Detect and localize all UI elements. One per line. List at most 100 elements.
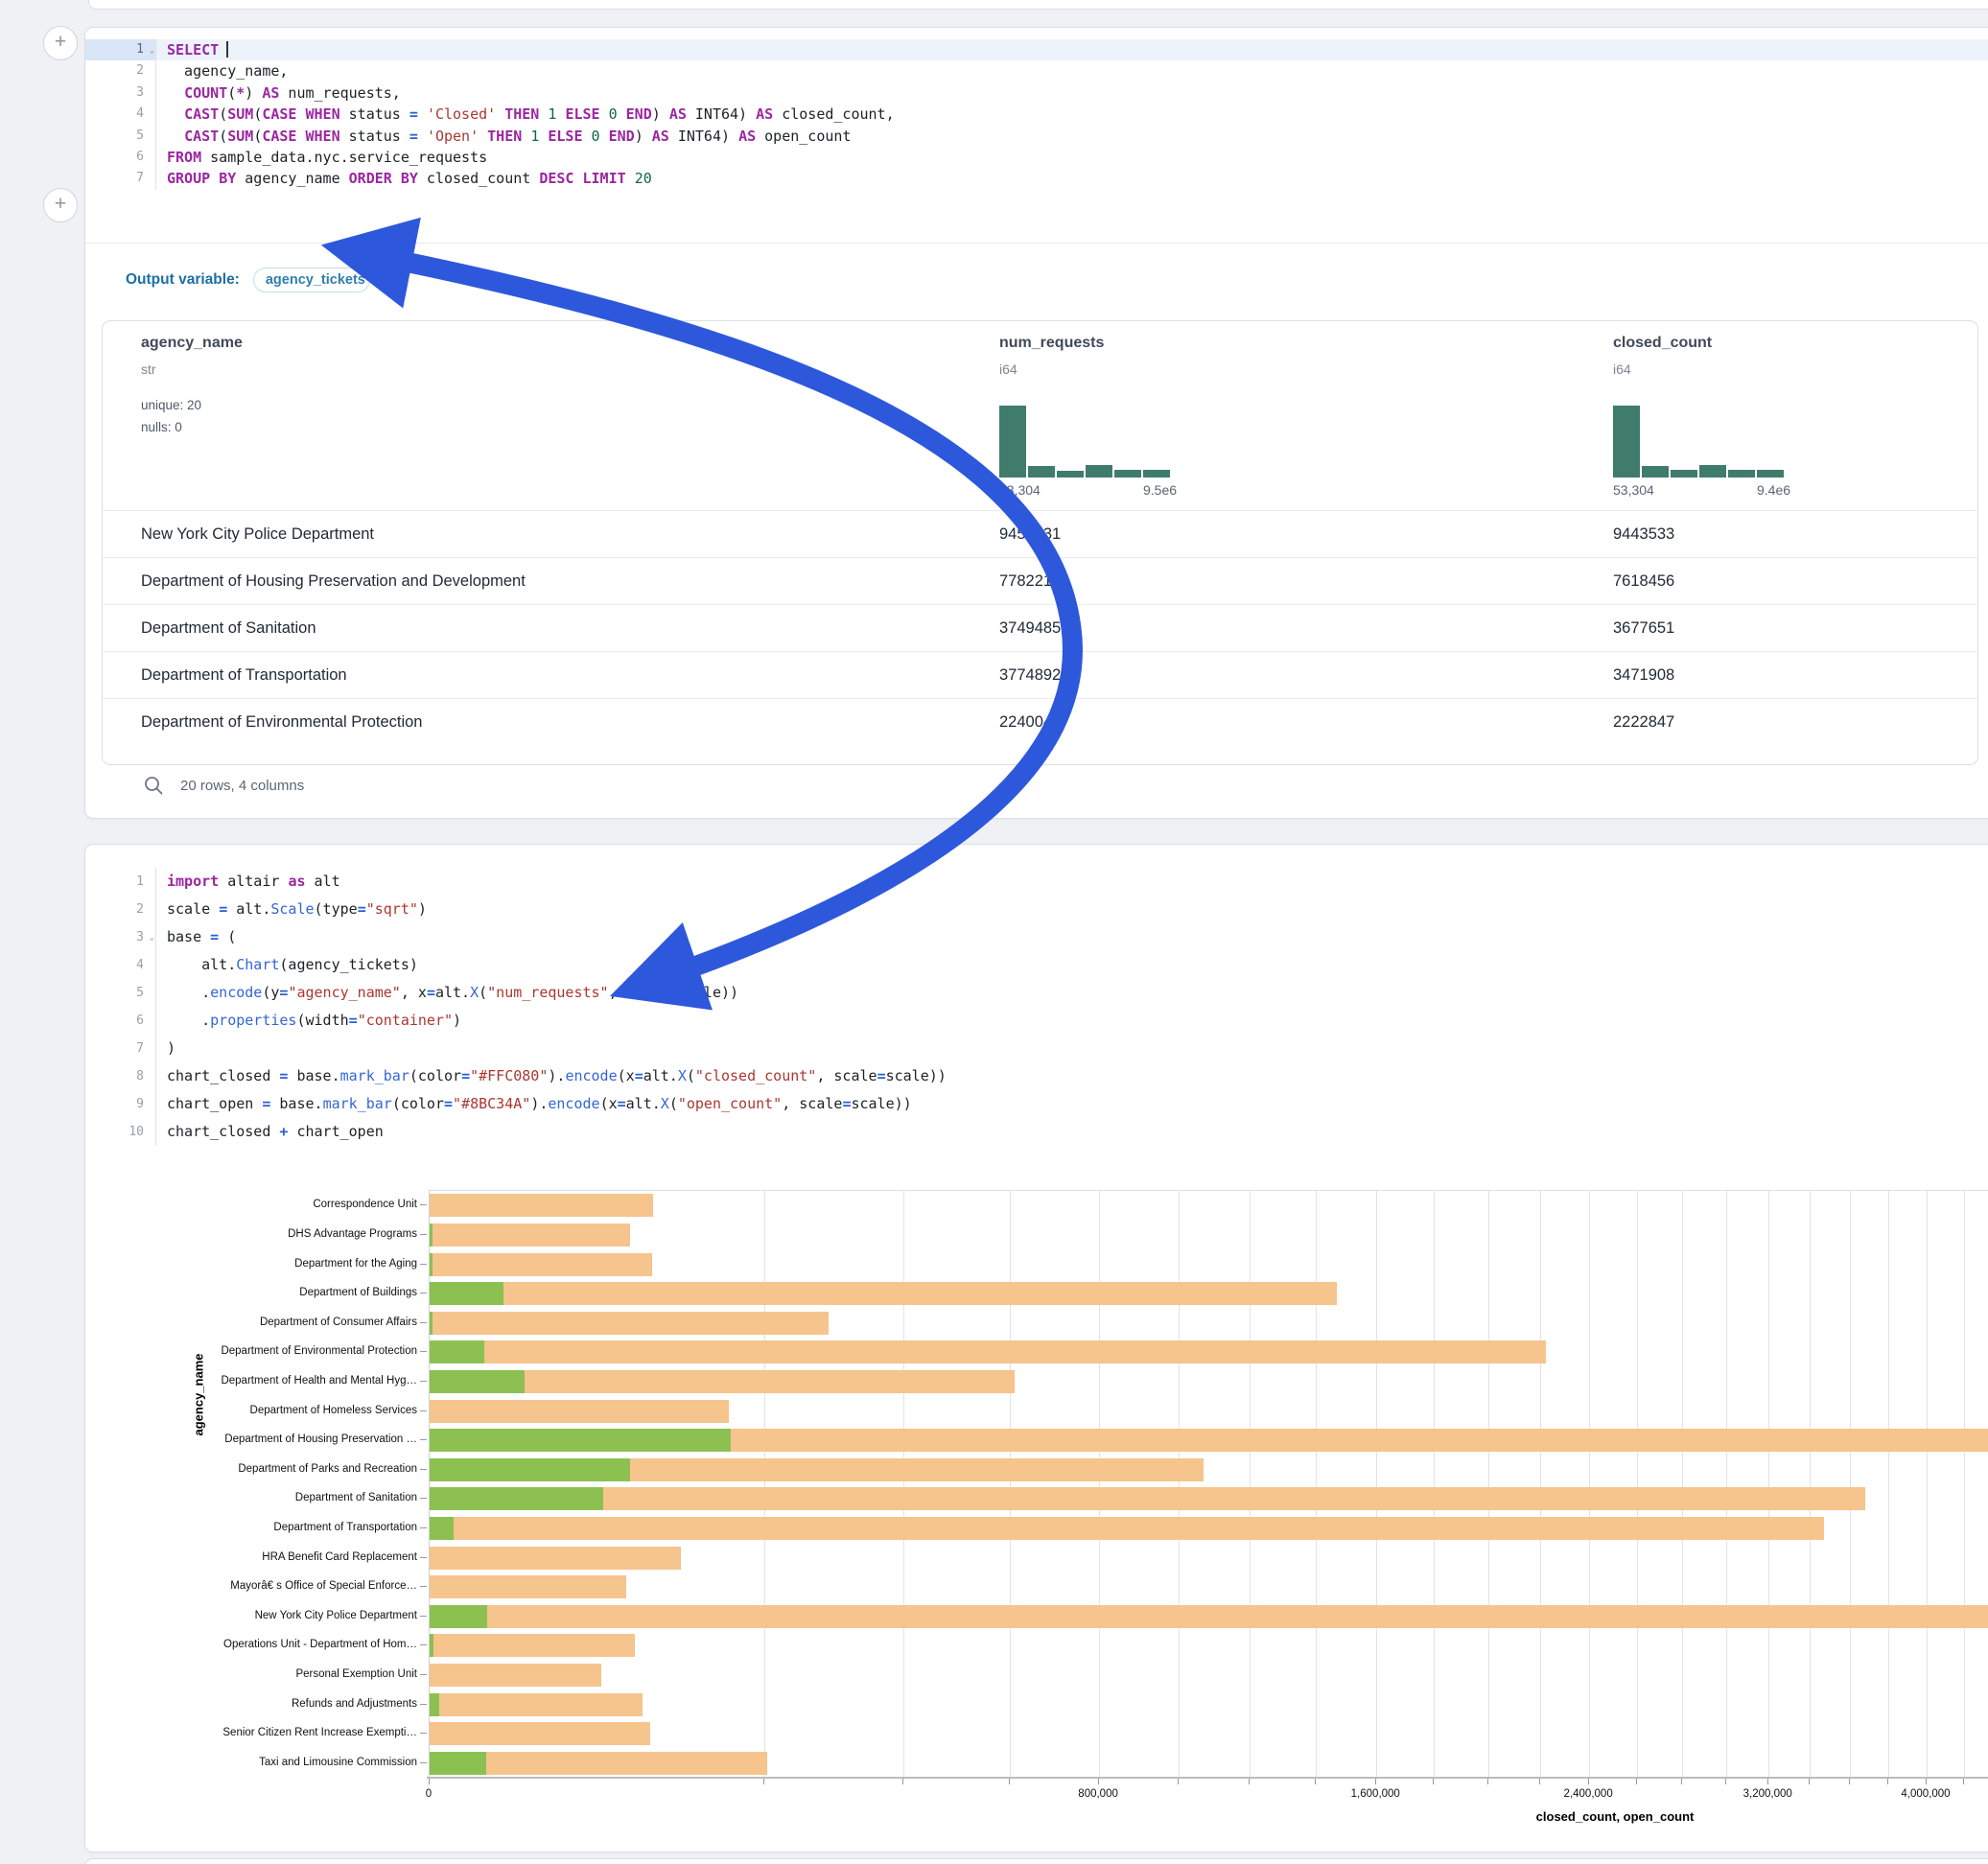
line-number: 2 bbox=[85, 896, 156, 923]
y-tick bbox=[420, 1762, 427, 1763]
y-axis-label: Department of Health and Mental Hyg… bbox=[91, 1375, 417, 1386]
code-text: CAST(SUM(CASE WHEN status = 'Closed' THE… bbox=[156, 104, 1988, 125]
histogram-min-label: 53,304 bbox=[999, 482, 1041, 498]
code-line[interactable]: 3⌄base = ( bbox=[85, 923, 1988, 951]
output-variable-pill[interactable]: agency_tickets bbox=[253, 268, 370, 292]
line-number: 3⌄ bbox=[85, 923, 156, 951]
code-line[interactable]: 7) bbox=[85, 1035, 1988, 1062]
code-line[interactable]: 4 alt.Chart(agency_tickets) bbox=[85, 951, 1988, 979]
closed-count-bar bbox=[430, 1634, 635, 1657]
line-number: 7 bbox=[85, 168, 156, 189]
table-cell: 7618456 bbox=[1613, 558, 1674, 605]
line-number: 2 bbox=[85, 60, 156, 82]
y-axis-label: Department of Parks and Recreation bbox=[91, 1463, 417, 1475]
gridline bbox=[1179, 1191, 1180, 1778]
closed-count-bar bbox=[430, 1253, 652, 1276]
code-line[interactable]: 1⌄SELECT bbox=[85, 39, 1988, 60]
code-line[interactable]: 5 .encode(y="agency_name", x=alt.X("num_… bbox=[85, 979, 1988, 1007]
y-tick bbox=[420, 1469, 427, 1470]
python-code-editor[interactable]: 1import altair as alt2scale = alt.Scale(… bbox=[85, 868, 1988, 1146]
code-line[interactable]: 6FROM sample_data.nyc.service_requests bbox=[85, 147, 1988, 168]
closed-count-bar bbox=[430, 1722, 650, 1745]
open-count-bar bbox=[430, 1517, 454, 1540]
gridline bbox=[1726, 1191, 1727, 1778]
line-number: 5 bbox=[85, 979, 156, 1007]
histogram-bar bbox=[1757, 470, 1784, 478]
y-tick bbox=[420, 1204, 427, 1205]
closed-count-bar bbox=[430, 1282, 1337, 1305]
code-text: base = ( bbox=[156, 923, 1988, 951]
line-number: 9 bbox=[85, 1090, 156, 1118]
closed-count-bar bbox=[430, 1194, 653, 1217]
open-count-bar bbox=[430, 1429, 731, 1452]
closed-count-bar bbox=[430, 1547, 681, 1570]
histogram-bar bbox=[1143, 470, 1170, 478]
code-text: .encode(y="agency_name", x=alt.X("num_re… bbox=[156, 979, 1988, 1007]
search-icon[interactable] bbox=[143, 775, 165, 797]
gridline bbox=[1810, 1191, 1811, 1778]
code-text: CAST(SUM(CASE WHEN status = 'Open' THEN … bbox=[156, 126, 1988, 147]
line-number: 6 bbox=[85, 147, 156, 168]
code-line[interactable]: 5 CAST(SUM(CASE WHEN status = 'Open' THE… bbox=[85, 126, 1988, 147]
code-line[interactable]: 6 .properties(width="container") bbox=[85, 1007, 1988, 1035]
code-text: chart_closed = base.mark_bar(color="#FFC… bbox=[156, 1062, 1988, 1090]
closed-count-bar bbox=[430, 1487, 1865, 1510]
code-line[interactable]: 3 COUNT(*) AS num_requests, bbox=[85, 82, 1988, 104]
code-line[interactable]: 4 CAST(SUM(CASE WHEN status = 'Closed' T… bbox=[85, 104, 1988, 125]
x-tick bbox=[1009, 1779, 1010, 1784]
code-text: chart_open = base.mark_bar(color="#8BC34… bbox=[156, 1090, 1988, 1118]
open-count-bar bbox=[430, 1634, 433, 1657]
table-row[interactable]: Department of Environmental Protection22… bbox=[103, 698, 1977, 746]
x-tick-label: 800,000 bbox=[1078, 1788, 1118, 1800]
code-line[interactable]: 9chart_open = base.mark_bar(color="#8BC3… bbox=[85, 1090, 1988, 1118]
x-tick-label: 0 bbox=[426, 1788, 432, 1800]
table-cell: 3677651 bbox=[1613, 605, 1674, 652]
code-text: COUNT(*) AS num_requests, bbox=[156, 82, 1988, 104]
code-line[interactable]: 2 agency_name, bbox=[85, 60, 1988, 82]
table-row[interactable]: Department of Sanitation37494853677651 bbox=[103, 604, 1977, 652]
y-tick bbox=[420, 1674, 427, 1675]
fold-chevron-icon[interactable]: ⌄ bbox=[150, 924, 154, 952]
closed-count-bar bbox=[430, 1693, 643, 1716]
column-type: i64 bbox=[999, 361, 1017, 377]
x-tick bbox=[1725, 1779, 1726, 1784]
open-count-bar bbox=[430, 1312, 433, 1335]
y-tick bbox=[420, 1644, 427, 1645]
y-tick bbox=[420, 1704, 427, 1705]
open-count-bar bbox=[430, 1253, 433, 1276]
y-axis-label: Department for the Aging bbox=[91, 1258, 417, 1270]
y-axis-label: Department of Consumer Affairs bbox=[91, 1316, 417, 1328]
code-line[interactable]: 1import altair as alt bbox=[85, 868, 1988, 896]
code-line[interactable]: 8chart_closed = base.mark_bar(color="#FF… bbox=[85, 1062, 1988, 1090]
table-cell: Department of Environmental Protection bbox=[141, 699, 422, 746]
fold-chevron-icon[interactable]: ⌄ bbox=[150, 40, 154, 61]
y-axis-label: Correspondence Unit bbox=[91, 1199, 417, 1210]
x-tick bbox=[1636, 1779, 1637, 1784]
code-text: SELECT bbox=[156, 39, 1988, 60]
code-line[interactable]: 7GROUP BY agency_name ORDER BY closed_co… bbox=[85, 168, 1988, 189]
table-header: agency_namestrunique: 20nulls: 0num_requ… bbox=[103, 321, 1977, 510]
column-stat: nulls: 0 bbox=[141, 420, 182, 434]
sql-code-editor[interactable]: 1⌄SELECT2 agency_name,3 COUNT(*) AS num_… bbox=[85, 39, 1988, 190]
table-row[interactable]: Department of Housing Preservation and D… bbox=[103, 557, 1977, 605]
histogram-bar bbox=[1086, 465, 1112, 478]
table-row[interactable]: New York City Police Department945313194… bbox=[103, 510, 1977, 558]
code-line[interactable]: 10chart_closed + chart_open bbox=[85, 1118, 1988, 1146]
column-name: closed_count bbox=[1613, 335, 1712, 352]
output-variable-label: Output variable: bbox=[126, 271, 240, 289]
code-line[interactable]: 2scale = alt.Scale(type="sqrt") bbox=[85, 896, 1988, 923]
add-cell-button-top[interactable]: + bbox=[43, 26, 78, 60]
table-cell: New York City Police Department bbox=[141, 511, 374, 558]
code-text: .properties(width="container") bbox=[156, 1007, 1988, 1035]
add-cell-button-middle[interactable]: + bbox=[43, 188, 78, 222]
table-row[interactable]: Department of Transportation377489234719… bbox=[103, 651, 1977, 699]
x-tick bbox=[1098, 1779, 1099, 1784]
text-cursor bbox=[226, 41, 228, 58]
table-cell: 9453131 bbox=[999, 511, 1061, 558]
python-cell: 1import altair as alt2scale = alt.Scale(… bbox=[84, 844, 1988, 1852]
histogram-bar bbox=[1057, 471, 1084, 478]
x-tick-label: 2,400,000 bbox=[1564, 1788, 1613, 1800]
y-axis-label: Department of Homeless Services bbox=[91, 1405, 417, 1416]
column-name: agency_name bbox=[141, 335, 243, 352]
open-count-bar bbox=[430, 1223, 433, 1247]
